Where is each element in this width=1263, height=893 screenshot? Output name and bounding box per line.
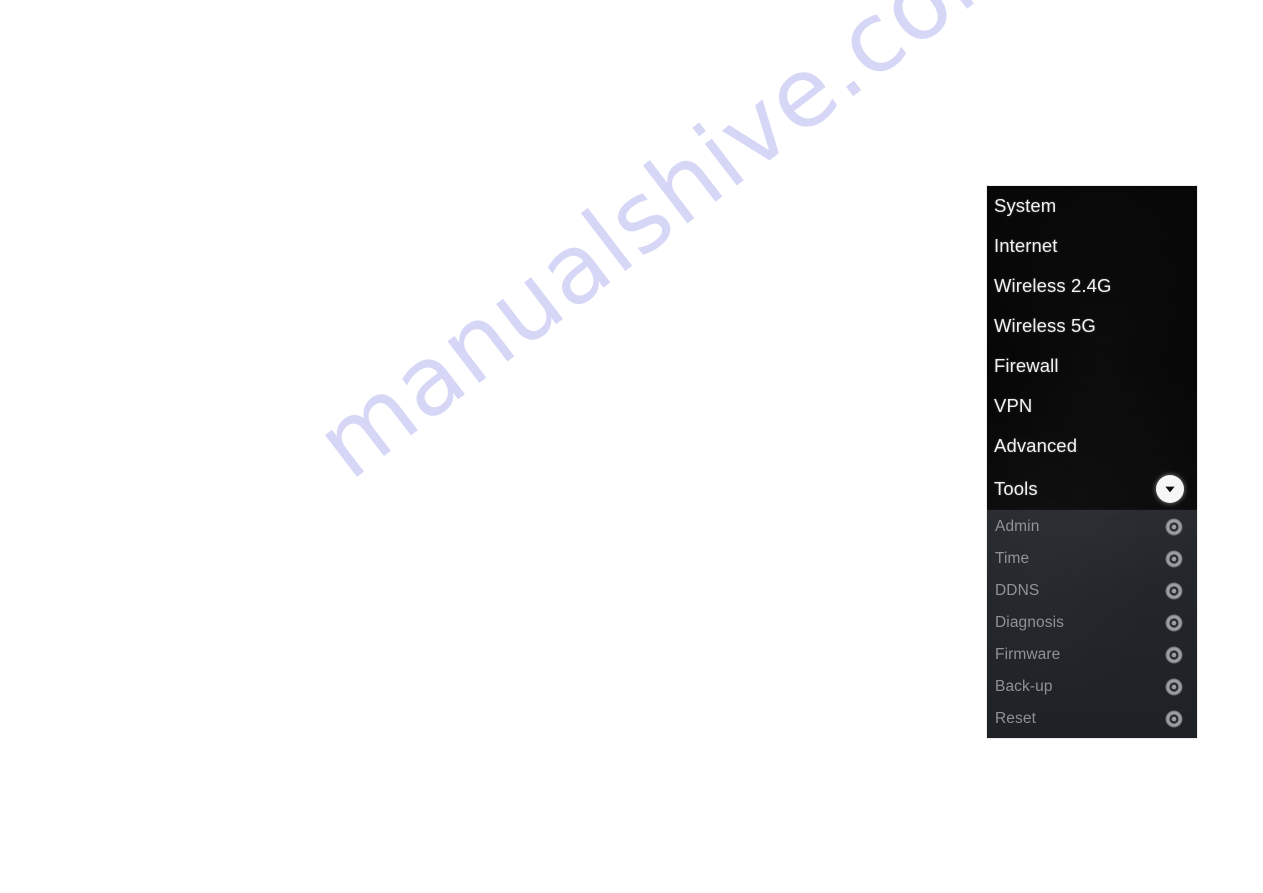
menu-item-wireless-24g[interactable]: Wireless 2.4G <box>987 266 1197 306</box>
menu-item-wireless-5g[interactable]: Wireless 5G <box>987 306 1197 346</box>
submenu-item-label: DDNS <box>995 582 1040 600</box>
menu-item-label: Wireless 2.4G <box>994 274 1112 296</box>
gear-icon[interactable] <box>1164 518 1183 537</box>
router-navigation-panel: System Internet Wireless 2.4G Wireless 5… <box>987 186 1197 738</box>
gear-icon[interactable] <box>1164 582 1183 601</box>
submenu-item-admin[interactable]: Admin <box>987 511 1197 543</box>
gear-icon[interactable] <box>1164 614 1183 633</box>
submenu-item-label: Firmware <box>995 646 1061 664</box>
submenu-item-ddns[interactable]: DDNS <box>987 575 1197 607</box>
gear-icon[interactable] <box>1164 646 1183 665</box>
watermark-text: manualshive.com <box>295 0 1050 501</box>
menu-item-tools[interactable]: Tools <box>987 469 1197 509</box>
menu-item-system[interactable]: System <box>987 186 1197 226</box>
tools-submenu-list: Admin Time DDNS Diagnosis Firmware Back-… <box>987 509 1197 738</box>
submenu-item-backup[interactable]: Back-up <box>987 671 1197 703</box>
submenu-item-label: Diagnosis <box>995 614 1064 632</box>
submenu-item-label: Back-up <box>995 678 1053 696</box>
menu-item-advanced[interactable]: Advanced <box>987 426 1197 466</box>
menu-item-label: Tools <box>994 477 1038 499</box>
gear-icon[interactable] <box>1164 710 1183 729</box>
submenu-item-reset[interactable]: Reset <box>987 703 1197 735</box>
chevron-down-circle-icon[interactable] <box>1156 475 1184 503</box>
gear-icon[interactable] <box>1164 550 1183 569</box>
menu-item-label: Advanced <box>994 434 1078 456</box>
menu-item-label: Internet <box>994 234 1058 256</box>
manual-page-canvas: manualshive.com System Internet Wireless… <box>0 0 1263 893</box>
submenu-item-firmware[interactable]: Firmware <box>987 639 1197 671</box>
submenu-item-label: Admin <box>995 518 1040 536</box>
menu-item-label: Wireless 5G <box>994 314 1096 336</box>
submenu-item-time[interactable]: Time <box>987 543 1197 575</box>
menu-item-label: System <box>994 194 1057 216</box>
gear-icon[interactable] <box>1164 678 1183 697</box>
menu-item-firewall[interactable]: Firewall <box>987 346 1197 386</box>
menu-item-label: Firewall <box>994 354 1059 376</box>
menu-item-internet[interactable]: Internet <box>987 226 1197 266</box>
submenu-item-label: Time <box>995 550 1030 568</box>
menu-item-label: VPN <box>994 394 1033 416</box>
menu-item-vpn[interactable]: VPN <box>987 386 1197 426</box>
submenu-item-label: Reset <box>995 710 1036 728</box>
primary-menu-list: System Internet Wireless 2.4G Wireless 5… <box>987 186 1197 509</box>
submenu-item-diagnosis[interactable]: Diagnosis <box>987 607 1197 639</box>
